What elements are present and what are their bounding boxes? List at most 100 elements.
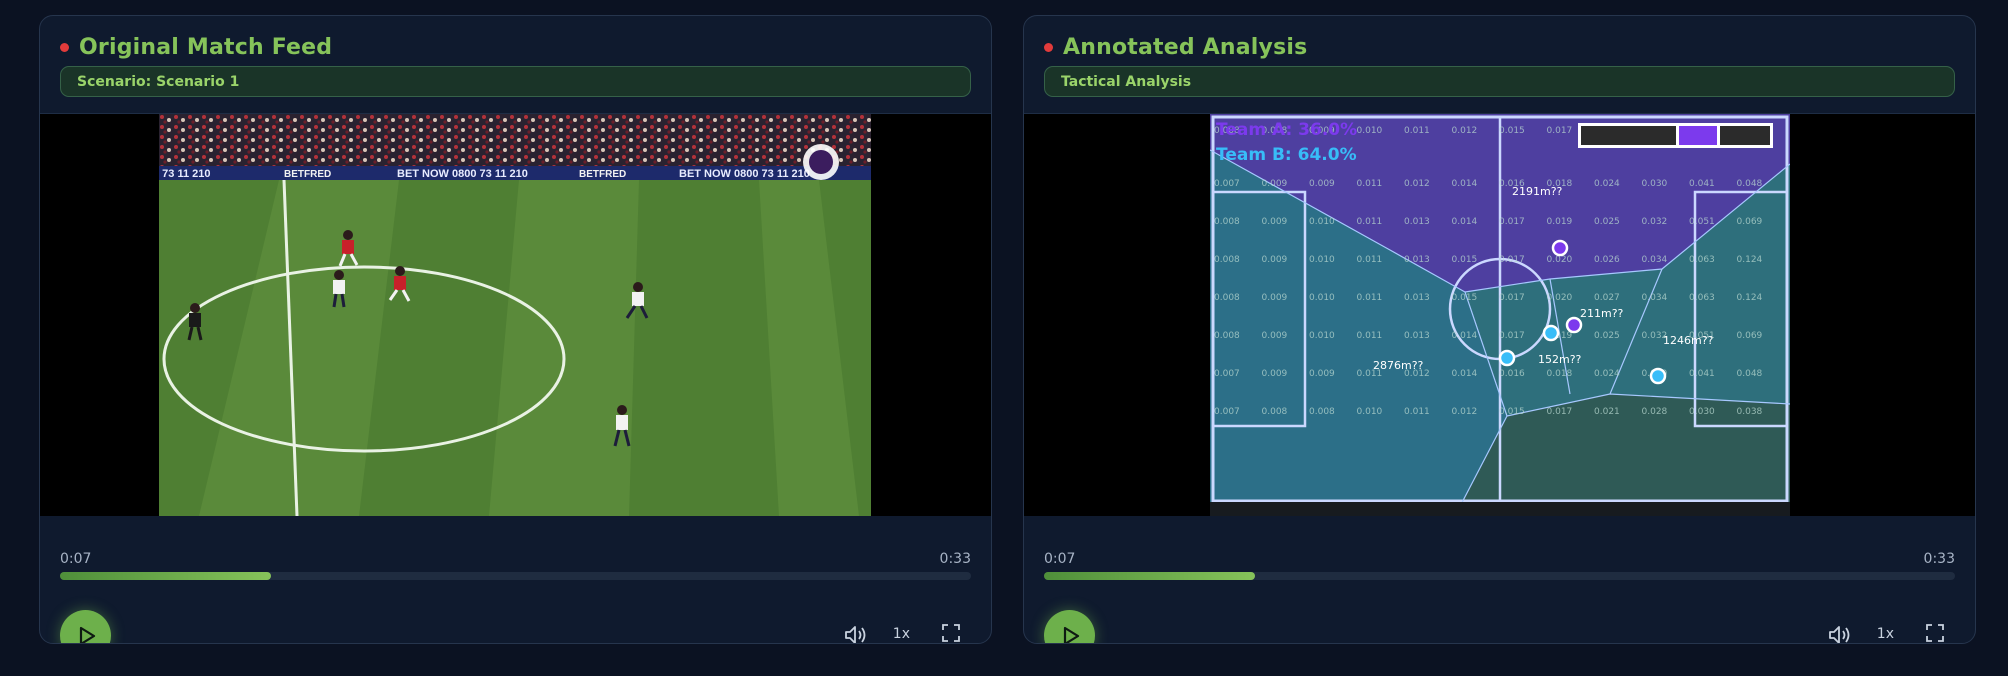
possession-bar xyxy=(1578,123,1773,148)
title-row: Original Match Feed xyxy=(60,35,332,60)
video-player[interactable]: 0.008 0.008 0.009 0.010 0.011 0.012 0.015 0.017… xyxy=(1024,114,1975,516)
live-indicator xyxy=(1044,43,1053,52)
grid-value: 0.034 xyxy=(1642,255,1668,265)
play-icon xyxy=(1063,626,1079,643)
fullscreen-icon xyxy=(1926,624,1944,642)
grid-value: 0.069 xyxy=(1737,331,1763,341)
grid-value: 0.009 xyxy=(1262,217,1288,227)
grid-value: 0.010 xyxy=(1309,331,1335,341)
grid-value: 0.012 xyxy=(1452,407,1478,417)
grid-value: 0.015 xyxy=(1452,293,1478,303)
area-label: 2191m?? xyxy=(1512,185,1563,198)
grid-value: 0.015 xyxy=(1452,255,1478,265)
grid-value: 0.024 xyxy=(1594,179,1620,189)
progress-fill xyxy=(1044,572,1256,580)
video-panel-annotated: Annotated Analysis Tactical Analysis 0.0… xyxy=(1023,15,1976,644)
ad-board-text: 0 73 11 210 xyxy=(159,168,211,180)
grid-value: 0.009 xyxy=(1262,369,1288,379)
scenario-badge: Scenario: Scenario 1 xyxy=(60,66,971,97)
current-time: 0:07 xyxy=(1044,551,1076,567)
grid-value: 0.069 xyxy=(1737,217,1763,227)
total-time: 0:33 xyxy=(939,551,971,567)
live-indicator xyxy=(60,43,69,52)
sponsor-text: BETFRED xyxy=(579,169,626,180)
grid-value: 0.008 xyxy=(1309,407,1335,417)
grid-value: 0.009 xyxy=(1309,369,1335,379)
panel-header: Original Match Feed Scenario: Scenario 1 xyxy=(40,16,991,114)
grid-value: 0.011 xyxy=(1357,179,1383,189)
panel-header: Annotated Analysis Tactical Analysis xyxy=(1024,16,1975,114)
play-icon xyxy=(79,626,95,643)
grid-value: 0.017 xyxy=(1547,407,1573,417)
video-player[interactable]: 0 73 11 210 BETFRED BET NOW 0800 73 11 2… xyxy=(40,114,991,516)
area-label: 2876m?? xyxy=(1373,359,1424,372)
grid-value: 0.011 xyxy=(1357,331,1383,341)
grid-value: 0.017 xyxy=(1499,293,1525,303)
area-label: 211m?? xyxy=(1580,307,1624,320)
video-frame: 0 73 11 210 BETFRED BET NOW 0800 73 11 2… xyxy=(159,114,871,516)
team-b-player-marker xyxy=(1649,367,1667,385)
grid-value: 0.008 xyxy=(1214,217,1240,227)
team-a-possession: Team A: 36.0% xyxy=(1216,120,1357,140)
grid-value: 0.124 xyxy=(1737,255,1763,265)
grid-value: 0.017 xyxy=(1499,217,1525,227)
panel-title: Original Match Feed xyxy=(79,35,333,60)
grid-value: 0.041 xyxy=(1689,369,1715,379)
grid-value: 0.028 xyxy=(1642,407,1668,417)
progress-bar[interactable] xyxy=(1044,572,1955,580)
grid-value: 0.021 xyxy=(1594,407,1620,417)
team-b-player-marker xyxy=(1498,349,1516,367)
progress-fill xyxy=(60,572,272,580)
grid-value: 0.041 xyxy=(1689,179,1715,189)
area-label: 152m?? xyxy=(1538,353,1582,366)
ad-board-text: BET NOW 0800 73 11 210 xyxy=(679,168,810,180)
grid-value: 0.010 xyxy=(1357,407,1383,417)
grid-value: 0.013 xyxy=(1404,217,1430,227)
progress-bar[interactable] xyxy=(60,572,971,580)
grid-value: 0.010 xyxy=(1309,293,1335,303)
fullscreen-button[interactable] xyxy=(941,623,961,643)
grid-value: 0.017 xyxy=(1499,331,1525,341)
grid-value: 0.019 xyxy=(1547,217,1573,227)
volume-button[interactable] xyxy=(1827,623,1853,643)
grid-value: 0.020 xyxy=(1547,293,1573,303)
grid-value: 0.009 xyxy=(1262,331,1288,341)
volume-button[interactable] xyxy=(843,623,869,643)
grid-value: 0.010 xyxy=(1309,217,1335,227)
volume-icon xyxy=(1829,626,1850,643)
league-logo-icon xyxy=(803,144,839,180)
fullscreen-button[interactable] xyxy=(1925,623,1945,643)
grid-value: 0.048 xyxy=(1737,369,1763,379)
grid-value: 0.011 xyxy=(1357,293,1383,303)
ad-board-text: BET NOW 0800 73 11 210 xyxy=(397,168,528,180)
grid-value: 0.048 xyxy=(1737,179,1763,189)
video-controls: 0:07 0:33 1x xyxy=(40,516,991,643)
grid-value: 0.063 xyxy=(1689,293,1715,303)
grid-value: 0.030 xyxy=(1642,179,1668,189)
grid-value: 0.013 xyxy=(1404,293,1430,303)
play-button[interactable] xyxy=(1044,610,1095,643)
playback-speed-button[interactable]: 1x xyxy=(1877,626,1894,642)
grid-value: 0.011 xyxy=(1404,126,1430,136)
grid-value: 0.025 xyxy=(1594,331,1620,341)
grid-value: 0.009 xyxy=(1309,179,1335,189)
grid-value: 0.009 xyxy=(1262,255,1288,265)
grid-value: 0.051 xyxy=(1689,217,1715,227)
grid-value: 0.015 xyxy=(1499,126,1525,136)
grid-value: 0.012 xyxy=(1404,179,1430,189)
grid-value: 0.032 xyxy=(1642,217,1668,227)
team-a-player-marker xyxy=(1565,316,1583,334)
playback-speed-button[interactable]: 1x xyxy=(893,626,910,642)
play-button[interactable] xyxy=(60,610,111,643)
grid-value: 0.017 xyxy=(1499,255,1525,265)
grid-value: 0.027 xyxy=(1594,293,1620,303)
grid-value: 0.038 xyxy=(1737,407,1763,417)
grid-value: 0.013 xyxy=(1404,331,1430,341)
grid-value: 0.063 xyxy=(1689,255,1715,265)
match-frame-image: 0 73 11 210 BETFRED BET NOW 0800 73 11 2… xyxy=(159,114,871,516)
grid-value: 0.011 xyxy=(1404,407,1430,417)
area-label: 1246m?? xyxy=(1663,334,1714,347)
grid-value: 0.007 xyxy=(1214,179,1240,189)
grid-value: 0.014 xyxy=(1452,331,1478,341)
grid-value: 0.009 xyxy=(1262,293,1288,303)
